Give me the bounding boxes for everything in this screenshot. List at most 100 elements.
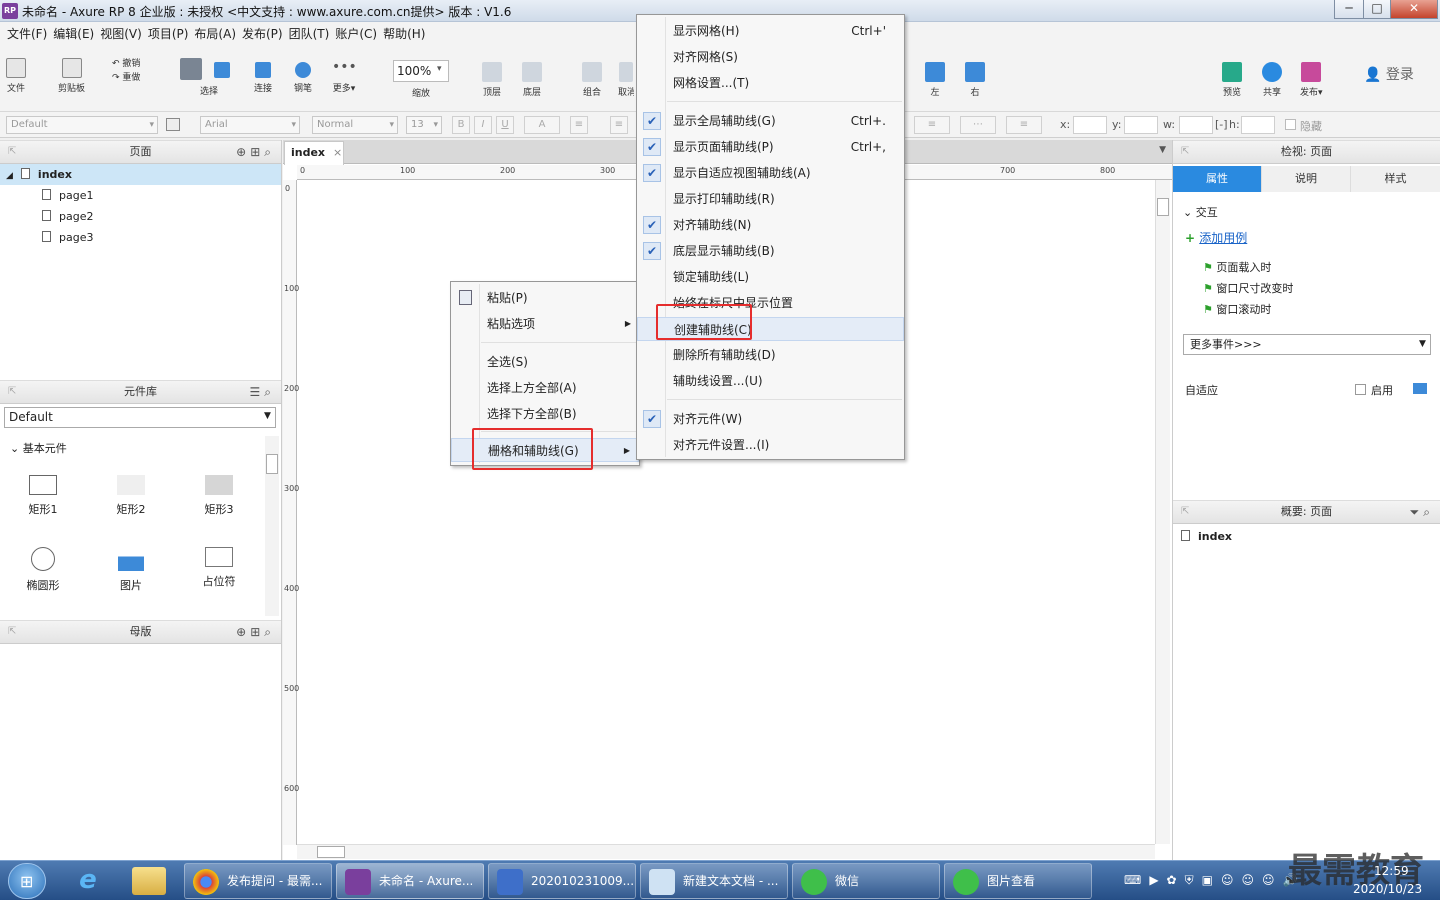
lock-ratio-icon[interactable]: [‑] bbox=[1215, 118, 1228, 131]
caret-down-icon[interactable]: ◢ bbox=[6, 171, 13, 181]
add-case-link[interactable]: + 添加用例 bbox=[1185, 229, 1247, 246]
menu-item-paste[interactable]: 粘贴(P) bbox=[451, 286, 639, 310]
pin-icon[interactable]: ⇱ bbox=[1181, 141, 1189, 163]
weight-select[interactable]: Normal bbox=[312, 116, 398, 134]
select-tool[interactable] bbox=[178, 58, 204, 83]
add-master-icon[interactable]: ⊕ bbox=[236, 625, 250, 639]
pin-icon[interactable]: ⇱ bbox=[8, 621, 16, 643]
login-button[interactable]: 👤 登录 bbox=[1364, 64, 1414, 84]
line-pattern-icon[interactable]: ⋯ bbox=[960, 116, 996, 134]
menu-icon[interactable]: ☰ bbox=[250, 385, 265, 399]
submenu-guide-settings[interactable]: 辅助线设置...(U) bbox=[637, 369, 904, 393]
font-select[interactable]: Arial bbox=[200, 116, 300, 134]
add-folder-icon[interactable]: ⊞ bbox=[250, 625, 264, 639]
menu-item-select-above[interactable]: 选择上方全部(A) bbox=[451, 376, 639, 400]
adaptive-settings-icon[interactable] bbox=[1413, 383, 1427, 394]
arrow-style-icon[interactable]: ≡ bbox=[1006, 116, 1042, 134]
h-input[interactable] bbox=[1241, 116, 1275, 134]
menu-project[interactable]: 项目(P) bbox=[145, 25, 192, 42]
taskbar-app-image-viewer[interactable]: 图片查看 bbox=[944, 863, 1092, 899]
category-basic[interactable]: ⌄ 基本元件 bbox=[10, 440, 67, 456]
adaptive-enable-checkbox[interactable] bbox=[1355, 384, 1366, 395]
close-button[interactable]: ✕ bbox=[1390, 0, 1438, 19]
widget-rectangle3[interactable]: 矩形3 bbox=[189, 475, 249, 517]
undo-button[interactable]: ↶ 撤销 bbox=[112, 56, 140, 69]
page-item-index[interactable]: ◢ index bbox=[0, 164, 281, 185]
align-left-button[interactable]: 左 bbox=[925, 62, 945, 98]
style-select[interactable]: Default bbox=[6, 116, 158, 134]
page-item-page1[interactable]: page1 bbox=[42, 185, 93, 206]
menu-layout[interactable]: 布局(A) bbox=[191, 25, 239, 42]
widget-ellipse[interactable]: 椭圆形 bbox=[13, 547, 73, 593]
start-button[interactable]: ⊞ bbox=[8, 863, 46, 899]
redo-button[interactable]: ↷ 重做 bbox=[112, 70, 140, 83]
preview-button[interactable]: 预览 bbox=[1222, 62, 1242, 98]
minimize-button[interactable]: ─ bbox=[1334, 0, 1364, 19]
file-tool[interactable]: 文件 bbox=[6, 58, 26, 94]
y-input[interactable] bbox=[1124, 116, 1158, 134]
menu-item-select-below[interactable]: 选择下方全部(B) bbox=[451, 402, 639, 426]
submenu-guides-bottom[interactable]: ✔ 底层显示辅助线(B) bbox=[637, 239, 904, 263]
library-scrollbar[interactable] bbox=[265, 436, 279, 616]
x-input[interactable] bbox=[1073, 116, 1107, 134]
select-area-tool[interactable] bbox=[214, 62, 230, 81]
close-tab-icon[interactable]: × bbox=[333, 146, 342, 159]
taskbar-app-chrome[interactable]: 发布提问 - 最需... bbox=[184, 863, 332, 899]
clipboard-tool[interactable]: 剪贴板 bbox=[58, 58, 85, 94]
connect-tool[interactable]: 连接 bbox=[254, 62, 272, 94]
submenu-lock-guides[interactable]: 锁定辅助线(L) bbox=[637, 265, 904, 289]
hide-checkbox[interactable] bbox=[1285, 119, 1296, 130]
tab-style[interactable]: 样式 bbox=[1351, 166, 1440, 192]
maximize-button[interactable]: □ bbox=[1363, 0, 1391, 19]
pin-icon[interactable]: ⇱ bbox=[1181, 501, 1189, 523]
page-item-page2[interactable]: page2 bbox=[42, 206, 93, 227]
submenu-show-adaptive-guides[interactable]: ✔ 显示自适应视图辅助线(A) bbox=[637, 161, 904, 185]
share-button[interactable]: 共享 bbox=[1262, 62, 1282, 98]
event-onresize[interactable]: ⚑ 窗口尺寸改变时 bbox=[1203, 280, 1293, 296]
filter-icon[interactable]: ⏷ bbox=[1410, 505, 1424, 519]
explorer-folder-icon[interactable] bbox=[132, 867, 166, 895]
more-events-select[interactable]: 更多事件>>> bbox=[1183, 334, 1431, 355]
submenu-grid-settings[interactable]: 网格设置...(T) bbox=[637, 71, 904, 95]
taskbar-app-notepad[interactable]: 新建文本文档 - ... bbox=[640, 863, 788, 899]
menu-help[interactable]: 帮助(H) bbox=[380, 25, 428, 42]
menu-view[interactable]: 视图(V) bbox=[97, 25, 145, 42]
ungroup-button[interactable]: 取消 bbox=[618, 62, 634, 98]
ie-icon[interactable]: e bbox=[70, 865, 106, 897]
widget-placeholder[interactable]: 占位符 bbox=[189, 547, 249, 589]
tab-properties[interactable]: 属性 bbox=[1173, 166, 1262, 192]
text-align-icon[interactable]: ≡ bbox=[610, 116, 628, 134]
tab-index[interactable]: index × bbox=[284, 141, 344, 165]
submenu-show-page-guides[interactable]: ✔ 显示页面辅助线(P) Ctrl+, bbox=[637, 135, 904, 159]
menu-item-select-all[interactable]: 全选(S) bbox=[451, 350, 639, 374]
submenu-show-grid[interactable]: 显示网格(H) Ctrl+' bbox=[637, 19, 904, 43]
bullet-list-icon[interactable]: ≡ bbox=[570, 116, 588, 134]
add-folder-icon[interactable]: ⊞ bbox=[250, 145, 264, 159]
underline-button[interactable]: U bbox=[496, 116, 514, 134]
search-icon[interactable]: ⌕ bbox=[264, 145, 275, 159]
submenu-snap-grid[interactable]: 对齐网格(S) bbox=[637, 45, 904, 69]
vertical-ruler[interactable]: 0 100 200 300 400 500 600 bbox=[283, 180, 299, 845]
font-size-select[interactable]: 13 bbox=[406, 116, 442, 134]
bold-button[interactable]: B bbox=[452, 116, 470, 134]
pin-icon[interactable]: ⇱ bbox=[8, 381, 16, 403]
w-input[interactable] bbox=[1179, 116, 1213, 134]
clock-date[interactable]: 2020/10/23 bbox=[1353, 882, 1422, 896]
line-style-icon[interactable]: ≡ bbox=[914, 116, 950, 134]
search-icon[interactable]: ⌕ bbox=[1423, 505, 1434, 519]
canvas-vertical-scrollbar[interactable] bbox=[1155, 180, 1170, 844]
bring-top-button[interactable]: 顶层 bbox=[482, 62, 502, 98]
taskbar-app-visio[interactable]: 202010231009... bbox=[488, 863, 636, 899]
menu-edit[interactable]: 编辑(E) bbox=[50, 25, 97, 42]
page-item-page3[interactable]: page3 bbox=[42, 227, 93, 248]
search-icon[interactable]: ⌕ bbox=[264, 385, 275, 399]
submenu-delete-all-guides[interactable]: 删除所有辅助线(D) bbox=[637, 343, 904, 367]
widget-image[interactable]: 图片 bbox=[101, 547, 161, 593]
outline-item-index[interactable]: index bbox=[1181, 526, 1232, 547]
canvas-horizontal-scrollbar[interactable] bbox=[297, 844, 1155, 859]
submenu-snap-guides[interactable]: ✔ 对齐辅助线(N) bbox=[637, 213, 904, 237]
event-onscroll[interactable]: ⚑ 窗口滚动时 bbox=[1203, 301, 1271, 317]
library-select[interactable]: Default bbox=[4, 407, 276, 428]
event-onload[interactable]: ⚑ 页面载入时 bbox=[1203, 259, 1271, 275]
send-bottom-button[interactable]: 底层 bbox=[522, 62, 542, 98]
